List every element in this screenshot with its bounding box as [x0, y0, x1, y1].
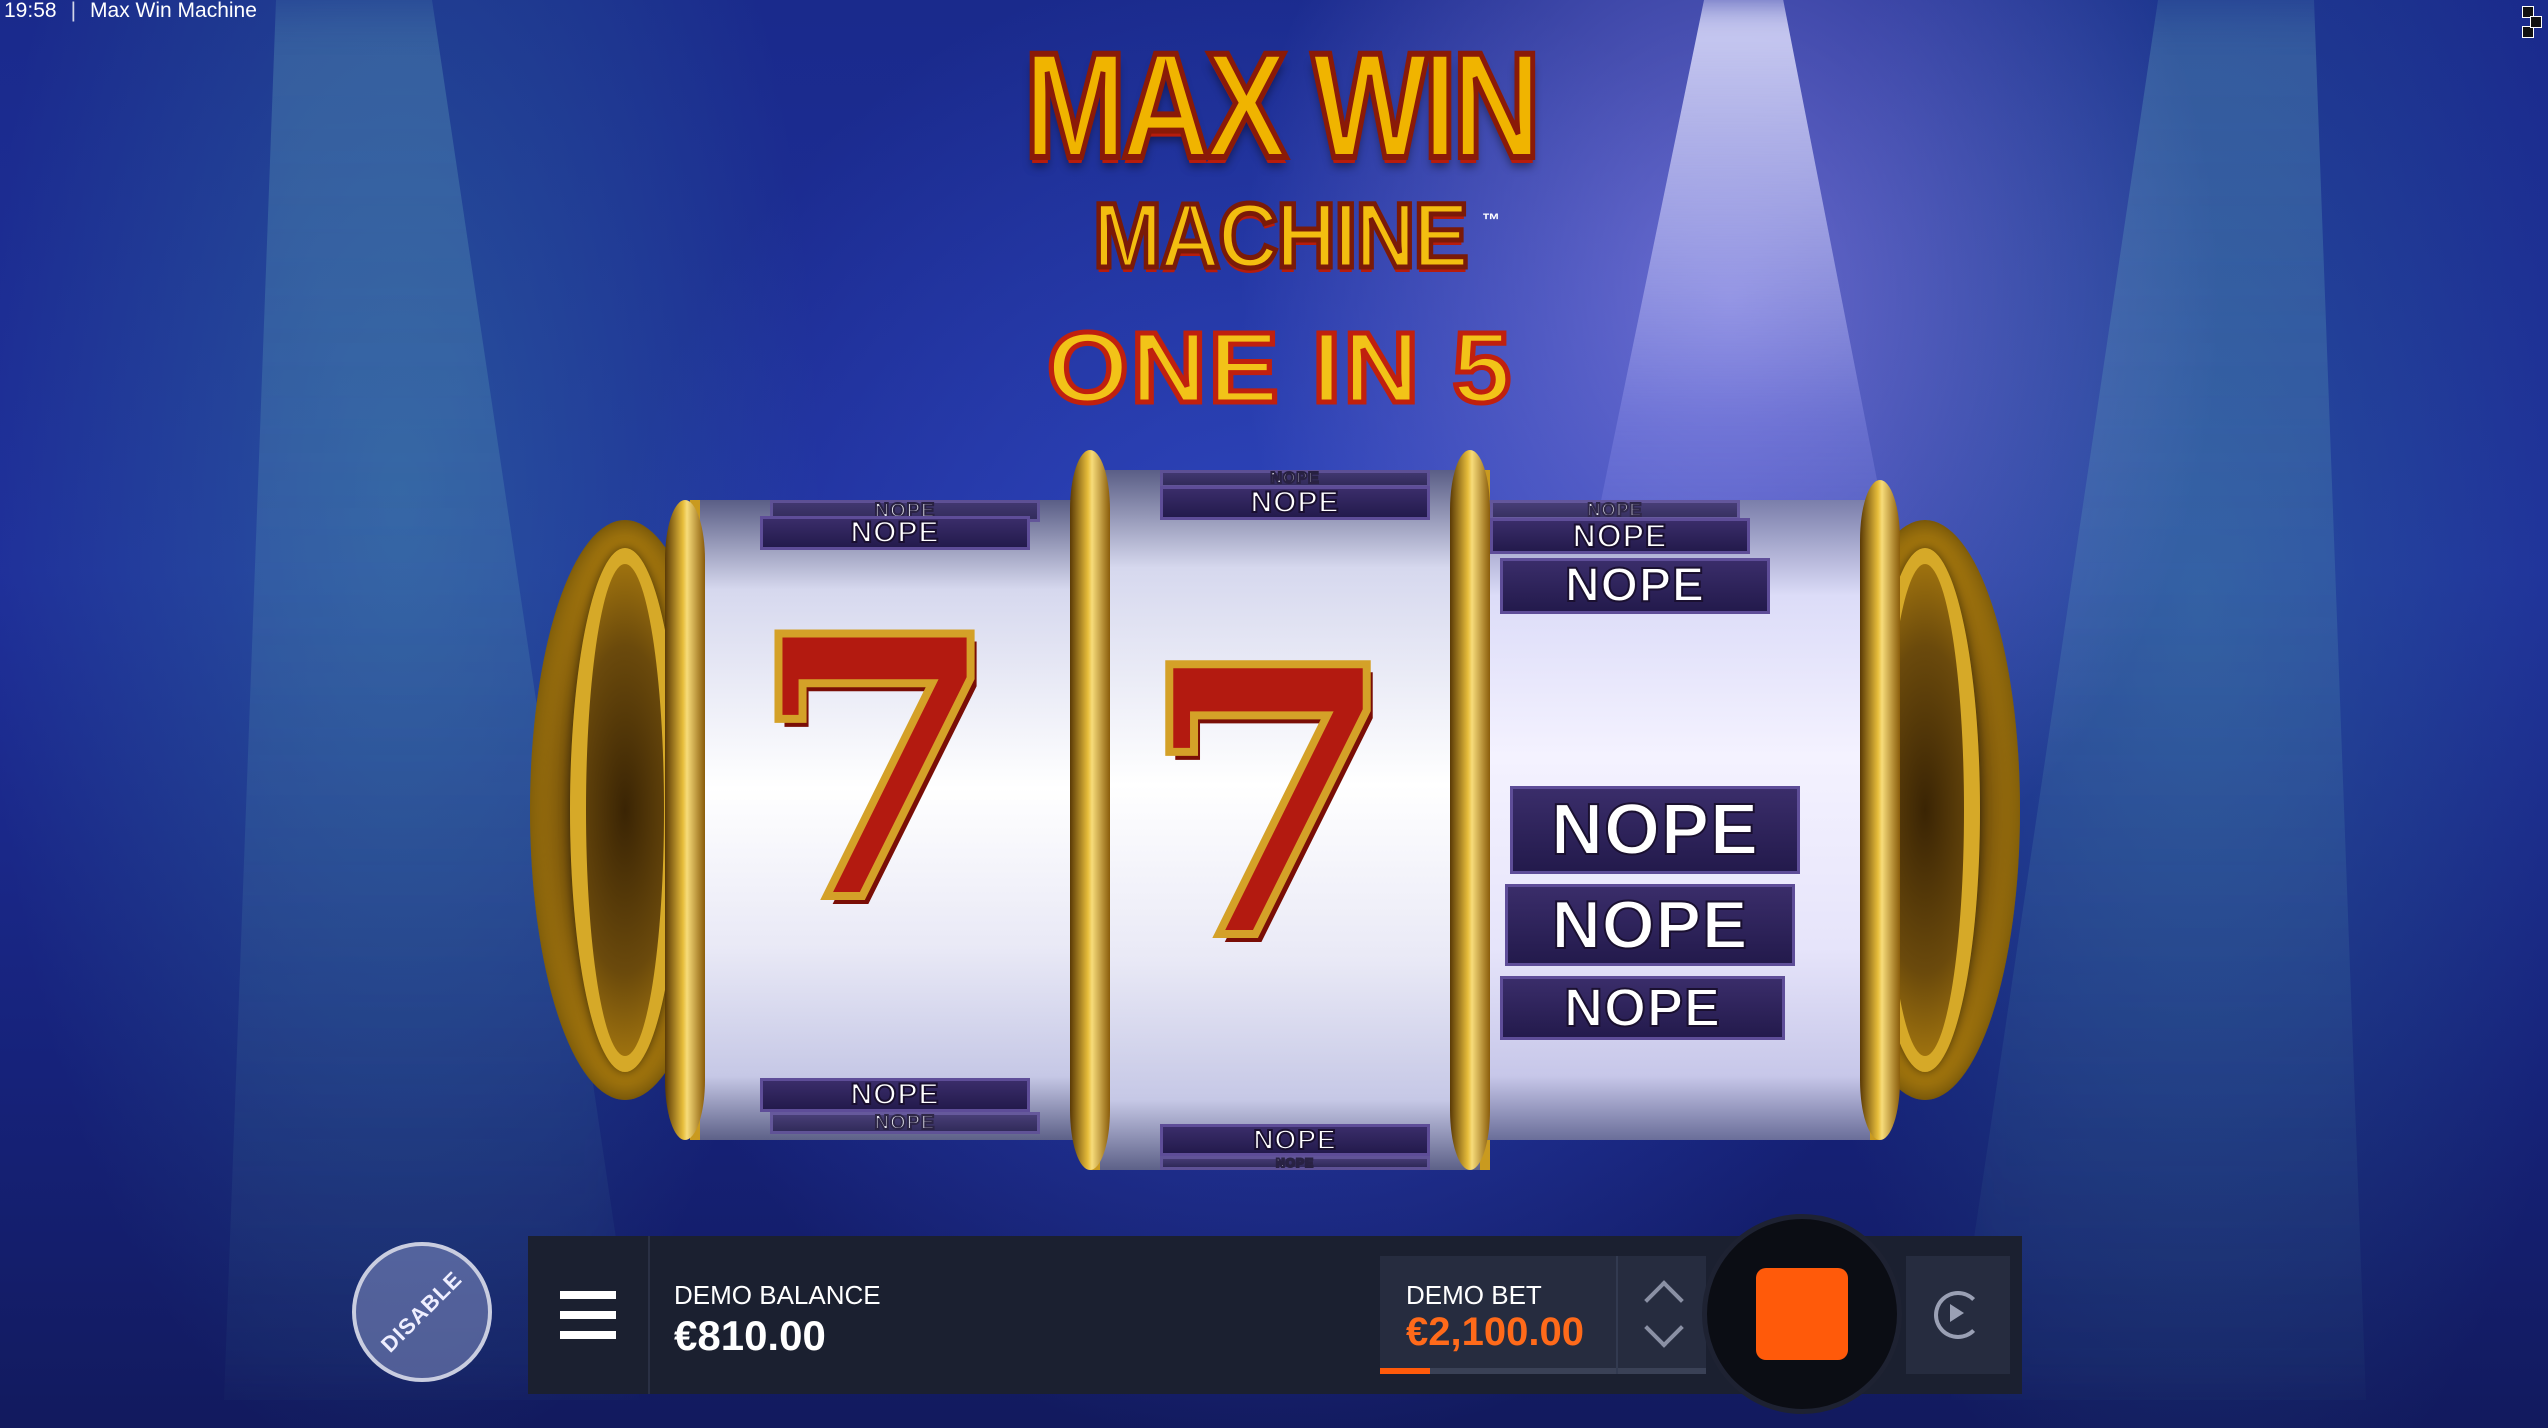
logo-tagline: ONE IN 5: [1044, 312, 1514, 424]
reel2-symbol-nope: NOPE: [1160, 1124, 1430, 1156]
reel-2: NOPE NOPE 7 NOPE NOPE: [1090, 470, 1490, 1170]
reel3-symbol-nope: NOPE: [1490, 518, 1750, 554]
reel1-symbol-nope: NOPE: [760, 516, 1030, 550]
hamburger-icon: [560, 1291, 616, 1339]
spotlight-right: [1950, 0, 2366, 1400]
status-separator: |: [70, 0, 77, 22]
autoplay-button[interactable]: [1906, 1256, 2010, 1374]
reel-ring: [1070, 450, 1110, 1170]
reel1-symbol-nope: NOPE: [760, 1078, 1030, 1112]
reel3-symbol-nope: NOPE: [1490, 500, 1740, 520]
bet-value: €2,100.00: [1406, 1310, 1584, 1354]
autoplay-icon: [1934, 1291, 1982, 1339]
logo-max-win: MAX WIN: [1021, 21, 1543, 189]
reel2-symbol-nope: NOPE: [1160, 1156, 1430, 1170]
disable-button[interactable]: DISABLE: [352, 1242, 492, 1382]
fullscreen-icon[interactable]: [2516, 2, 2542, 46]
reel1-symbol-seven: 7: [746, 558, 1004, 981]
reel2-symbol-seven: 7: [1136, 588, 1401, 1022]
reel3-symbol-nope: NOPE: [1500, 558, 1770, 614]
reel-1: NOPE NOPE 7 NOPE NOPE: [690, 500, 1120, 1140]
logo-machine: MACHINE: [1091, 185, 1471, 287]
status-bar: 19:58 | Max Win Machine: [4, 0, 257, 22]
reel-3: NOPE NOPE NOPE NOPE NOPE NOPE: [1460, 500, 1880, 1140]
reel3-symbol-nope: NOPE: [1510, 786, 1800, 874]
reel-ring: [665, 500, 705, 1140]
disable-label: DISABLE: [376, 1266, 468, 1358]
reel2-symbol-nope: NOPE: [1160, 486, 1430, 520]
reel1-symbol-nope: NOPE: [770, 1112, 1040, 1134]
window-title: Max Win Machine: [90, 0, 257, 22]
balance-label: DEMO BALANCE: [674, 1280, 881, 1310]
reel-ring: [1450, 450, 1490, 1170]
spin-stop-button[interactable]: [1702, 1214, 1902, 1414]
balance-value: €810.00: [674, 1312, 826, 1359]
stop-icon: [1756, 1268, 1848, 1360]
game-logo: MAX WIN MACHINE ™ ONE IN 5: [950, 20, 1610, 421]
reel3-symbol-nope: NOPE: [1505, 884, 1795, 966]
status-time: 19:58: [4, 0, 57, 22]
logo-trademark: ™: [1482, 210, 1500, 230]
bet-adjust: [1616, 1256, 1710, 1374]
bet-label: DEMO BET: [1406, 1280, 1542, 1310]
reel3-symbol-nope: NOPE: [1500, 976, 1785, 1040]
bet-decrease-icon[interactable]: [1644, 1308, 1684, 1348]
slot-machine: NOPE NOPE 7 NOPE NOPE NOPE NOPE 7 NOPE N…: [530, 450, 2020, 1170]
reel-ring: [1860, 480, 1900, 1140]
menu-button[interactable]: [528, 1236, 650, 1394]
